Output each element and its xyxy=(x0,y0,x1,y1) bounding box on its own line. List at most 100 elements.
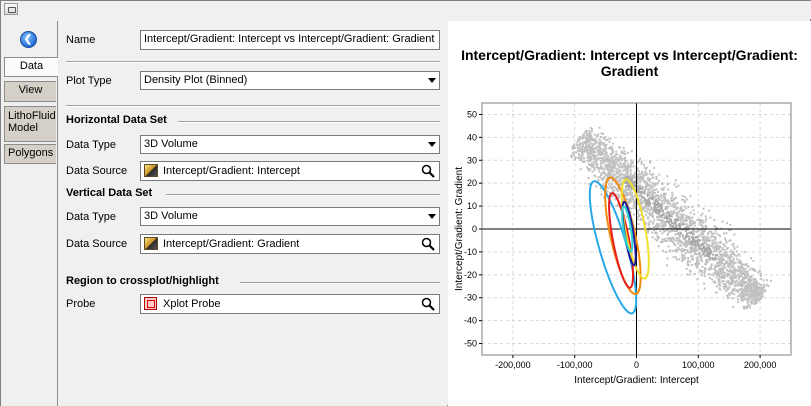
density-point xyxy=(701,273,703,276)
density-point xyxy=(677,216,679,219)
density-point xyxy=(625,194,628,197)
density-point xyxy=(725,274,728,277)
density-point xyxy=(735,280,738,283)
tab-lithofluid-model[interactable]: LithoFluid Model xyxy=(4,106,56,142)
density-point xyxy=(681,260,684,262)
density-point xyxy=(742,305,745,308)
density-point xyxy=(589,126,592,129)
h-data-type-select[interactable]: 3D Volume xyxy=(140,135,440,154)
density-point xyxy=(675,230,678,232)
density-point xyxy=(742,273,745,275)
density-point xyxy=(698,239,701,242)
density-point xyxy=(740,292,743,294)
search-icon[interactable] xyxy=(421,237,435,251)
density-point xyxy=(645,166,648,169)
density-point xyxy=(760,289,763,292)
density-point xyxy=(665,240,668,243)
h-data-type-value: 3D Volume xyxy=(144,138,198,150)
density-point xyxy=(709,236,712,239)
density-point xyxy=(621,165,624,168)
density-point xyxy=(574,157,577,159)
h-data-source-field[interactable]: Intercept/Gradient: Intercept xyxy=(140,161,440,181)
plot-type-select[interactable]: Density Plot (Binned) xyxy=(140,71,440,90)
density-point xyxy=(692,250,695,253)
density-point xyxy=(716,245,718,248)
density-point xyxy=(655,195,658,198)
density-point xyxy=(709,216,712,219)
density-point xyxy=(680,244,683,247)
density-point xyxy=(752,268,755,271)
density-point xyxy=(658,173,661,176)
tab-polygons[interactable]: Polygons xyxy=(4,144,56,164)
density-point xyxy=(610,157,613,160)
density-point xyxy=(671,204,674,207)
crossplot-chart[interactable]: -200,000 -100,000 0 100,000 200,000 50 40 30 20 1… xyxy=(448,21,811,406)
density-point xyxy=(672,229,675,232)
probe-field[interactable]: Xplot Probe xyxy=(140,294,440,314)
density-point xyxy=(729,283,732,286)
density-point xyxy=(656,213,659,216)
density-point xyxy=(578,156,581,159)
density-point xyxy=(688,260,691,263)
density-point xyxy=(616,158,619,161)
density-point xyxy=(733,274,736,277)
density-point xyxy=(600,193,603,196)
density-point xyxy=(714,238,717,241)
name-input[interactable]: Intercept/Gradient: Intercept vs Interce… xyxy=(140,30,440,50)
density-point xyxy=(730,261,733,264)
density-point xyxy=(600,132,603,135)
density-point xyxy=(661,182,664,185)
density-point xyxy=(693,224,696,227)
density-point xyxy=(649,191,652,194)
back-arrow-icon[interactable]: ❮ xyxy=(20,31,37,48)
search-icon[interactable] xyxy=(421,297,435,311)
density-point xyxy=(720,273,723,276)
density-point xyxy=(702,252,705,255)
density-point xyxy=(646,208,649,211)
density-point xyxy=(574,146,576,149)
density-point xyxy=(681,255,684,258)
search-icon[interactable] xyxy=(421,164,435,178)
density-point xyxy=(673,197,676,200)
density-point xyxy=(703,287,706,290)
density-point xyxy=(730,276,733,279)
density-point xyxy=(688,273,691,276)
density-point xyxy=(675,239,678,242)
density-point xyxy=(637,218,640,221)
density-point xyxy=(651,177,654,180)
density-point xyxy=(721,261,724,264)
density-point xyxy=(649,161,652,164)
tab-data[interactable]: Data xyxy=(4,57,58,77)
density-point xyxy=(713,235,716,238)
density-point xyxy=(734,270,736,273)
density-point xyxy=(580,155,583,158)
tab-view[interactable]: View xyxy=(4,81,56,102)
v-data-type-select[interactable]: 3D Volume xyxy=(140,207,440,226)
density-point xyxy=(714,280,717,283)
density-point xyxy=(596,157,599,160)
density-point xyxy=(659,216,662,219)
density-point xyxy=(626,151,629,154)
density-point xyxy=(692,244,695,246)
density-point xyxy=(681,253,684,256)
density-point xyxy=(677,210,680,213)
density-point xyxy=(766,279,768,282)
density-point xyxy=(579,168,582,171)
density-point xyxy=(737,298,739,301)
density-point xyxy=(644,171,646,174)
density-point xyxy=(721,280,723,283)
density-point xyxy=(672,238,675,241)
density-point xyxy=(661,232,664,235)
v-data-source-field[interactable]: Intercept/Gradient: Gradient xyxy=(140,234,440,254)
density-point xyxy=(620,177,623,179)
density-point xyxy=(641,191,644,194)
density-point xyxy=(654,238,657,241)
density-point xyxy=(661,200,664,203)
density-point xyxy=(648,169,651,172)
density-point xyxy=(698,251,701,254)
density-point xyxy=(770,279,772,282)
density-point xyxy=(693,253,696,255)
density-point xyxy=(722,232,725,235)
density-point xyxy=(604,150,607,153)
window-menu-icon[interactable] xyxy=(4,3,18,15)
